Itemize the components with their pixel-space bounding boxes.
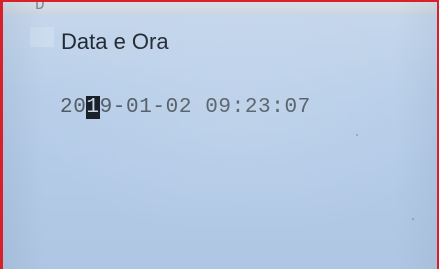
frame-border-top <box>0 0 439 2</box>
page-title: Data e Ora <box>61 29 169 54</box>
datetime-field[interactable]: 2019-01-02 09:23:07 <box>60 96 311 119</box>
title-highlight <box>30 27 54 47</box>
screen-speck <box>412 218 414 220</box>
datetime-before-cursor: 20 <box>60 96 87 119</box>
edit-cursor[interactable]: 1 <box>86 96 100 119</box>
top-strip-text: D <box>35 0 46 14</box>
frame-border-left <box>0 0 3 269</box>
top-strip: D <box>3 0 437 16</box>
lcd-screen: D Data e Ora 2019-01-02 09:23:07 <box>0 0 439 269</box>
datetime-after-cursor: 9-01-02 09:23:07 <box>99 96 311 119</box>
screen-speck <box>356 134 358 136</box>
